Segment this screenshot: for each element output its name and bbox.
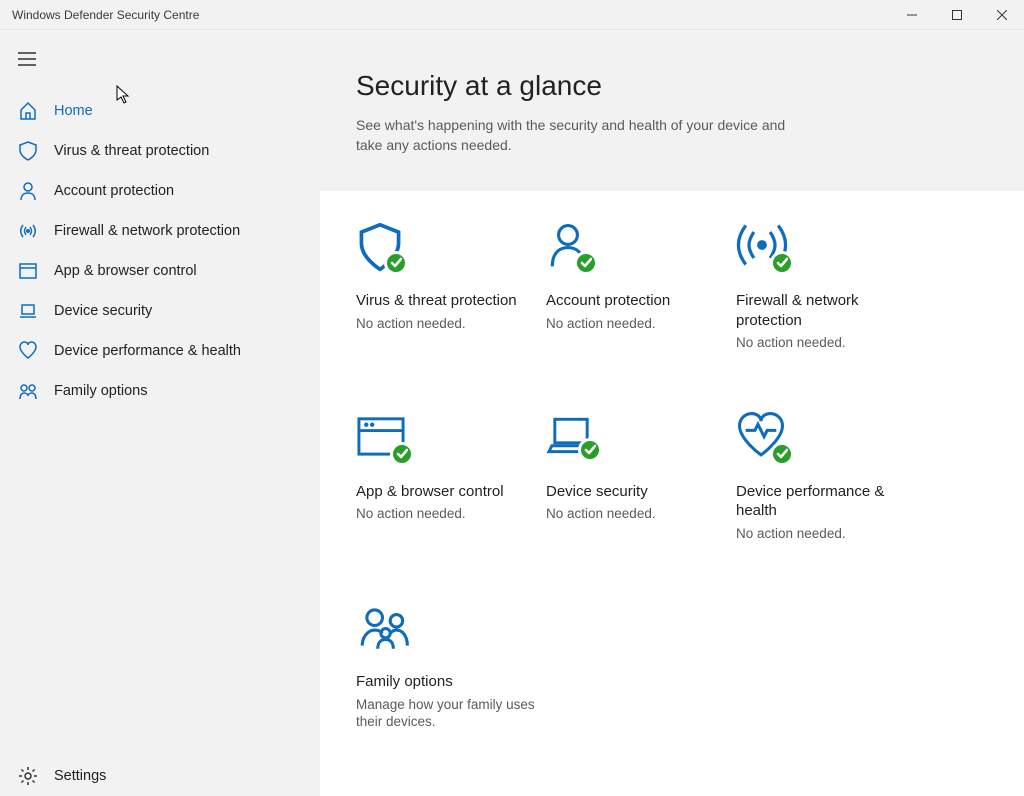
sidebar-item-label: Settings [54, 768, 106, 784]
shield-icon [18, 141, 38, 161]
minimize-button[interactable] [889, 0, 934, 30]
tile-firewall[interactable]: Firewall & network protection No action … [736, 221, 916, 352]
tile-device-performance[interactable]: Device performance & health No action ne… [736, 412, 916, 543]
sidebar-item-label: Home [54, 103, 93, 119]
tile-subtitle: No action needed. [546, 505, 726, 523]
sidebar-item-label: Device performance & health [54, 343, 241, 359]
browser-icon [18, 261, 38, 281]
status-ok-badge [574, 251, 598, 275]
tile-virus-threat[interactable]: Virus & threat protection No action need… [356, 221, 536, 352]
page-subtitle: See what's happening with the security a… [356, 116, 796, 155]
tile-subtitle: No action needed. [736, 334, 916, 352]
tile-title: Firewall & network protection [736, 291, 916, 330]
tile-app-browser[interactable]: App & browser control No action needed. [356, 412, 536, 543]
sidebar-item-settings[interactable]: Settings [0, 756, 320, 796]
sidebar-item-label: App & browser control [54, 263, 197, 279]
window-title: Windows Defender Security Centre [12, 8, 199, 22]
tile-subtitle: No action needed. [356, 505, 536, 523]
sidebar-item-label: Virus & threat protection [54, 143, 209, 159]
browser-icon [356, 412, 536, 468]
sidebar-item-label: Account protection [54, 183, 174, 199]
family-icon [356, 602, 536, 658]
sidebar-item-account[interactable]: Account protection [0, 171, 320, 211]
status-ok-badge [578, 438, 602, 462]
window-controls [889, 0, 1024, 29]
tile-title: App & browser control [356, 482, 536, 502]
status-ok-badge [384, 251, 408, 275]
laptop-icon [546, 412, 726, 468]
antenna-icon [736, 221, 916, 277]
main: Security at a glance See what's happenin… [320, 30, 1024, 796]
sidebar-item-device-performance[interactable]: Device performance & health [0, 331, 320, 371]
tile-title: Device security [546, 482, 726, 502]
sidebar-item-family[interactable]: Family options [0, 371, 320, 411]
sidebar-item-virus[interactable]: Virus & threat protection [0, 131, 320, 171]
tile-title: Device performance & health [736, 482, 916, 521]
nav: Home Virus & threat protection Account p… [0, 91, 320, 411]
tile-family-options[interactable]: Family options Manage how your family us… [356, 602, 536, 731]
home-icon [18, 101, 38, 121]
tile-subtitle: No action needed. [546, 315, 726, 333]
tile-subtitle: No action needed. [736, 525, 916, 543]
person-icon [18, 181, 38, 201]
sidebar-item-home[interactable]: Home [0, 91, 320, 131]
antenna-icon [18, 221, 38, 241]
status-ok-badge [770, 442, 794, 466]
sidebar-item-label: Family options [54, 383, 147, 399]
tile-title: Account protection [546, 291, 726, 311]
person-icon [546, 221, 726, 277]
sidebar: Home Virus & threat protection Account p… [0, 30, 320, 796]
sidebar-item-label: Firewall & network protection [54, 223, 240, 239]
tile-subtitle: Manage how your family uses their device… [356, 696, 536, 731]
heart-icon [736, 412, 916, 468]
family-icon [18, 381, 38, 401]
close-button[interactable] [979, 0, 1024, 30]
tiles-grid: Virus & threat protection No action need… [356, 221, 988, 731]
status-ok-badge [390, 442, 414, 466]
shield-icon [356, 221, 536, 277]
heart-icon [18, 341, 38, 361]
tile-subtitle: No action needed. [356, 315, 536, 333]
tile-title: Virus & threat protection [356, 291, 536, 311]
sidebar-item-app-browser[interactable]: App & browser control [0, 251, 320, 291]
laptop-icon [18, 301, 38, 321]
sidebar-item-label: Device security [54, 303, 152, 319]
page-title: Security at a glance [356, 70, 988, 102]
status-ok-badge [770, 251, 794, 275]
maximize-button[interactable] [934, 0, 979, 30]
titlebar: Windows Defender Security Centre [0, 0, 1024, 30]
sidebar-item-firewall[interactable]: Firewall & network protection [0, 211, 320, 251]
tile-account-protection[interactable]: Account protection No action needed. [546, 221, 726, 352]
tile-device-security[interactable]: Device security No action needed. [546, 412, 726, 543]
content-area: Virus & threat protection No action need… [320, 191, 1024, 796]
sidebar-item-device-security[interactable]: Device security [0, 291, 320, 331]
hamburger-button[interactable] [0, 42, 320, 81]
tile-title: Family options [356, 672, 536, 692]
gear-icon [18, 766, 38, 786]
page-header: Security at a glance See what's happenin… [320, 30, 1024, 191]
